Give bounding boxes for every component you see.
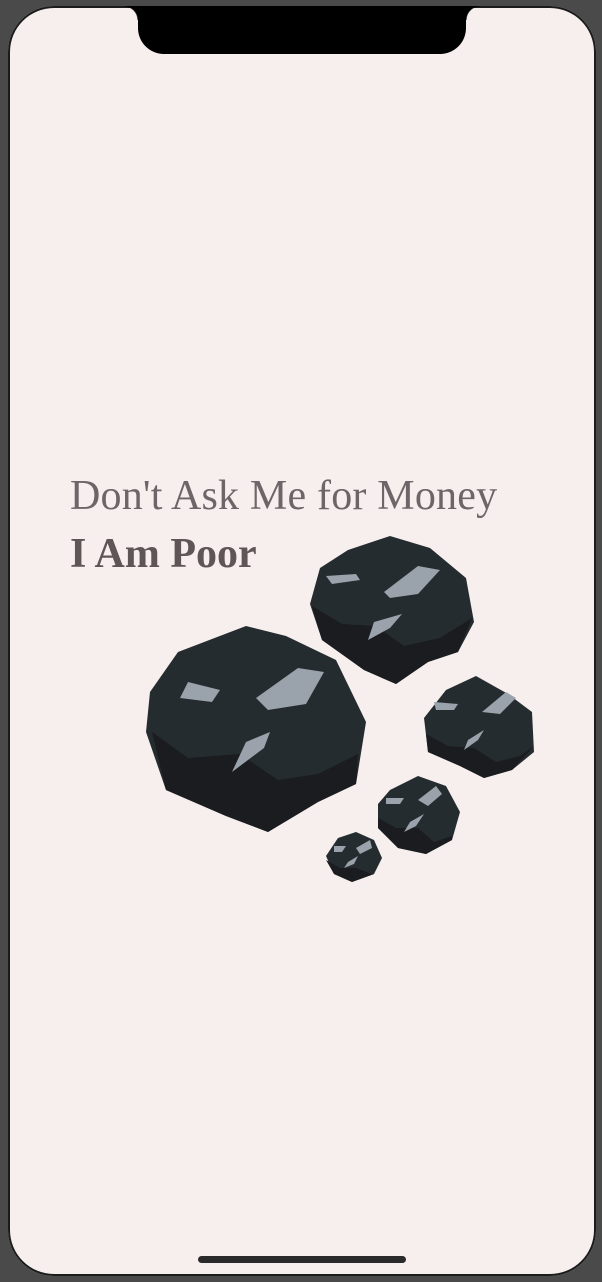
- app-screen: Don't Ask Me for Money I Am Poor: [8, 6, 596, 1276]
- device-frame: Don't Ask Me for Money I Am Poor: [0, 0, 602, 1282]
- coal-lumps-icon: [146, 536, 534, 882]
- device-notch: [124, 6, 480, 54]
- coal-lump-small: [378, 776, 460, 854]
- headline-text: Don't Ask Me for Money: [70, 473, 498, 519]
- coal-lump-right: [424, 676, 534, 778]
- coal-lump-large: [146, 626, 366, 832]
- coal-lump-tiny: [326, 832, 382, 882]
- home-indicator[interactable]: [198, 1256, 406, 1263]
